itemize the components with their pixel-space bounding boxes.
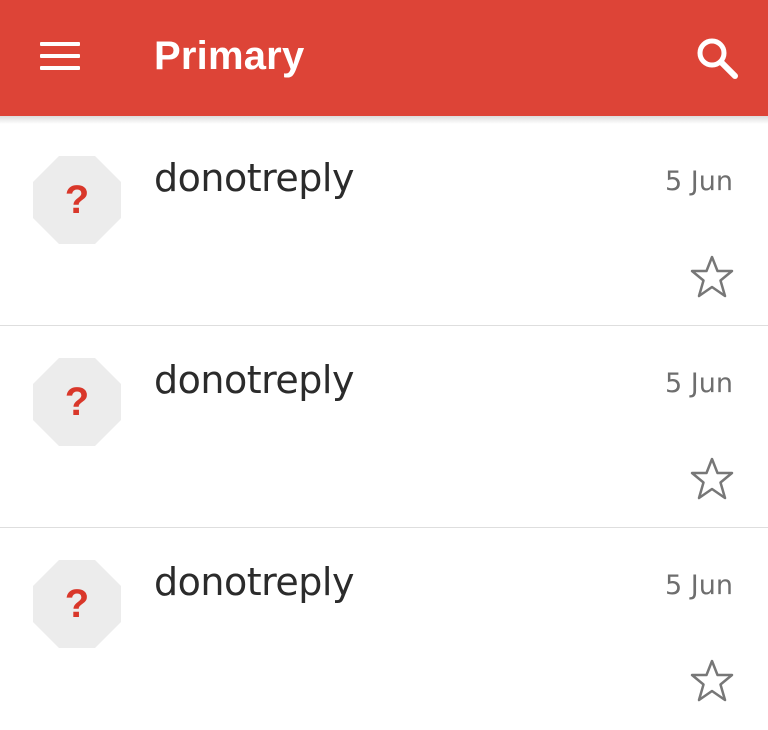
list-item[interactable]: ? donotreply 5 Jun: [0, 326, 768, 528]
message-date: 5 Jun: [665, 570, 733, 601]
star-icon[interactable]: [689, 457, 735, 501]
menu-icon[interactable]: [40, 42, 80, 70]
sender-name: donotreply: [154, 358, 354, 402]
page-title: Primary: [154, 34, 305, 78]
star-icon[interactable]: [689, 255, 735, 299]
star-icon[interactable]: [689, 659, 735, 703]
message-date: 5 Jun: [665, 368, 733, 399]
list-item[interactable]: ? donotreply 5 Jun: [0, 124, 768, 326]
app-bar: Primary: [0, 0, 768, 116]
app-bar-shadow: [0, 116, 768, 124]
avatar: ?: [33, 156, 121, 244]
avatar-glyph: ?: [64, 178, 90, 222]
search-icon[interactable]: [695, 36, 739, 80]
list-item[interactable]: ? donotreply 5 Jun: [0, 528, 768, 730]
avatar: ?: [33, 560, 121, 648]
message-date: 5 Jun: [665, 166, 733, 197]
mail-list: ? donotreply 5 Jun ? donotreply 5 Jun ? …: [0, 124, 768, 730]
avatar-glyph: ?: [64, 582, 90, 626]
sender-name: donotreply: [154, 560, 354, 604]
avatar-glyph: ?: [64, 380, 90, 424]
sender-name: donotreply: [154, 156, 354, 200]
avatar: ?: [33, 358, 121, 446]
